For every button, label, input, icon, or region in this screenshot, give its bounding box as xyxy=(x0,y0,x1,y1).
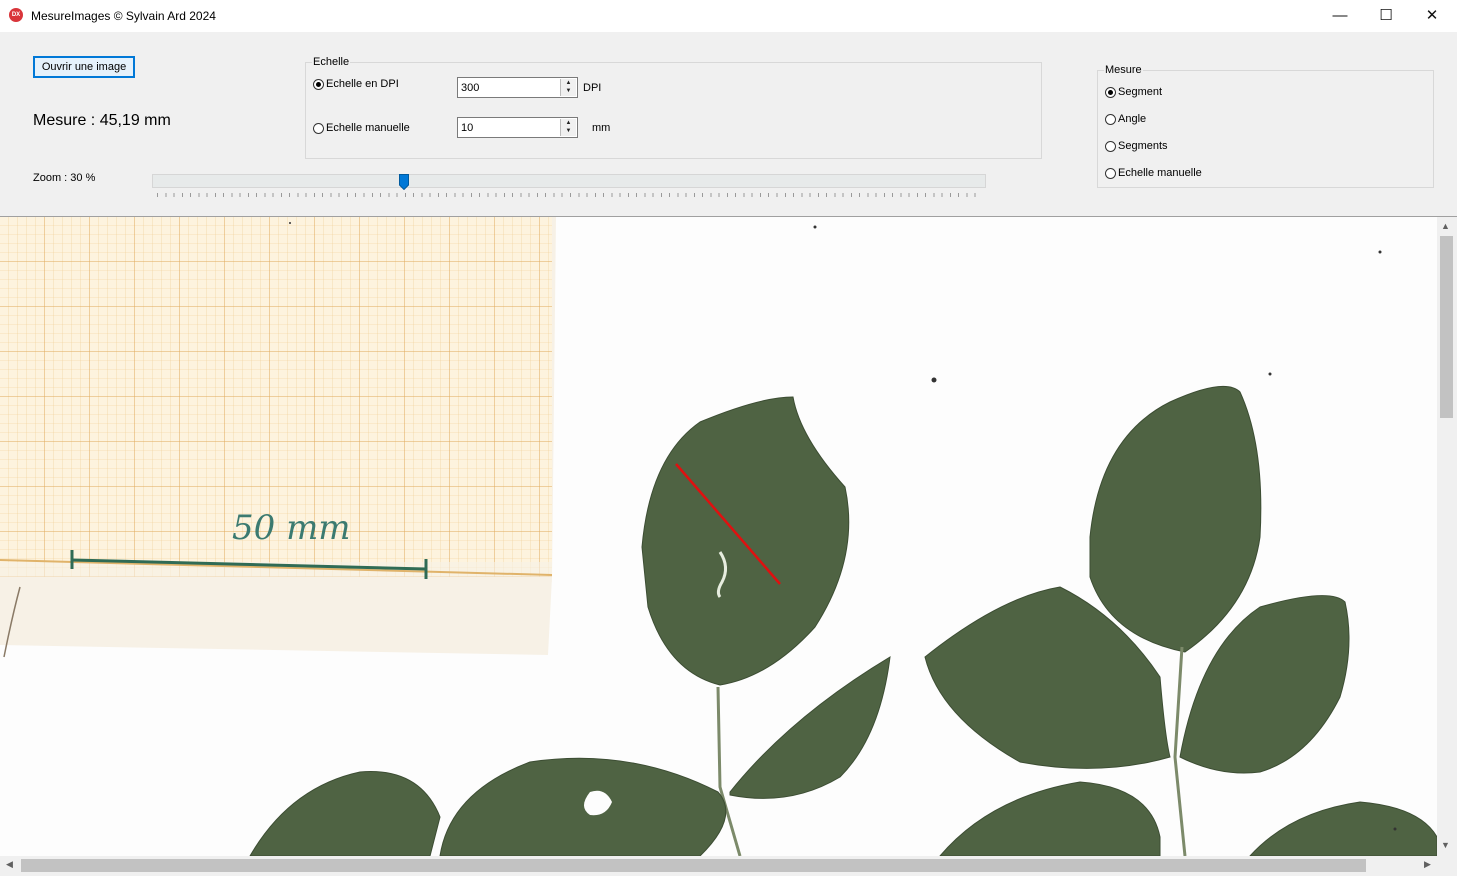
control-panel: Ouvrir une image Mesure : 45,19 mm Zoom … xyxy=(0,32,1457,217)
spin-up-icon[interactable]: ▲ xyxy=(561,119,576,127)
handwritten-scale-label: 50 mm xyxy=(232,508,351,548)
manual-scale-spinbox[interactable]: 10 ▲ ▼ xyxy=(457,117,578,138)
vertical-scroll-thumb[interactable] xyxy=(1440,236,1453,418)
mesure-legend: Mesure xyxy=(1105,64,1142,76)
spin-down-icon[interactable]: ▼ xyxy=(561,87,576,95)
radio-echelle-manuelle-mesure[interactable]: Echelle manuelle xyxy=(1105,167,1202,179)
scrollbar-corner xyxy=(1437,856,1457,876)
manual-scale-unit: mm xyxy=(592,122,611,134)
image-viewer[interactable]: 50 mm xyxy=(0,217,1437,856)
dpi-spinbox[interactable]: 300 ▲ ▼ xyxy=(457,77,578,98)
scroll-down-icon[interactable]: ▼ xyxy=(1441,840,1450,850)
radio-button-icon xyxy=(313,122,324,134)
radio-angle[interactable]: Angle xyxy=(1105,113,1146,125)
horizontal-scroll-thumb[interactable] xyxy=(21,859,1366,872)
title-bar: DX MesureImages © Sylvain Ard 2024 — ☐ ✕ xyxy=(0,0,1457,32)
echelle-legend: Echelle xyxy=(313,56,350,68)
scroll-up-icon[interactable]: ▲ xyxy=(1441,221,1450,231)
radio-button-icon xyxy=(1105,113,1116,125)
scroll-right-icon[interactable]: ▶ xyxy=(1424,859,1431,870)
radio-segments[interactable]: Segments xyxy=(1105,140,1168,152)
zoom-slider-ticks xyxy=(157,193,983,197)
dpi-value: 300 xyxy=(461,82,480,94)
window-title: MesureImages © Sylvain Ard 2024 xyxy=(31,9,216,23)
radio-button-icon xyxy=(1105,140,1116,152)
radio-button-icon xyxy=(1105,86,1116,98)
graph-paper xyxy=(0,217,556,658)
radio-segments-label: Segments xyxy=(1118,140,1168,152)
manual-spin-arrows[interactable]: ▲ ▼ xyxy=(560,119,576,136)
radio-echelle-dpi-label: Echelle en DPI xyxy=(326,78,399,90)
radio-segment-label: Segment xyxy=(1118,86,1163,98)
spin-down-icon[interactable]: ▼ xyxy=(561,127,576,135)
zoom-label: Zoom : 30 % xyxy=(33,172,96,184)
maximize-button[interactable]: ☐ xyxy=(1363,0,1409,32)
radio-echelle-manuelle-mesure-label: Echelle manuelle xyxy=(1118,167,1202,179)
radio-button-icon xyxy=(1105,167,1116,179)
manual-scale-value: 10 xyxy=(461,122,474,134)
scroll-left-icon[interactable]: ◀ xyxy=(6,859,13,870)
radio-echelle-manuelle-label: Echelle manuelle xyxy=(326,122,410,134)
radio-echelle-manuelle[interactable]: Echelle manuelle xyxy=(313,122,410,134)
zoom-slider-thumb[interactable] xyxy=(399,174,409,190)
spin-up-icon[interactable]: ▲ xyxy=(561,79,576,87)
dpi-spin-arrows[interactable]: ▲ ▼ xyxy=(560,79,576,96)
app-icon: DX xyxy=(9,8,23,22)
scanned-image[interactable]: 50 mm xyxy=(0,217,1437,856)
zoom-slider-track[interactable] xyxy=(152,174,986,188)
open-image-button[interactable]: Ouvrir une image xyxy=(33,56,135,78)
radio-segment[interactable]: Segment xyxy=(1105,86,1162,98)
minimize-button[interactable]: — xyxy=(1317,0,1363,32)
echelle-group: Echelle xyxy=(305,56,1042,159)
close-button[interactable]: ✕ xyxy=(1409,0,1455,32)
radio-button-icon xyxy=(313,78,324,90)
radio-echelle-dpi[interactable]: Echelle en DPI xyxy=(313,78,399,90)
dpi-unit: DPI xyxy=(583,82,602,94)
measure-result: Mesure : 45,19 mm xyxy=(33,112,171,129)
radio-angle-label: Angle xyxy=(1118,113,1147,125)
